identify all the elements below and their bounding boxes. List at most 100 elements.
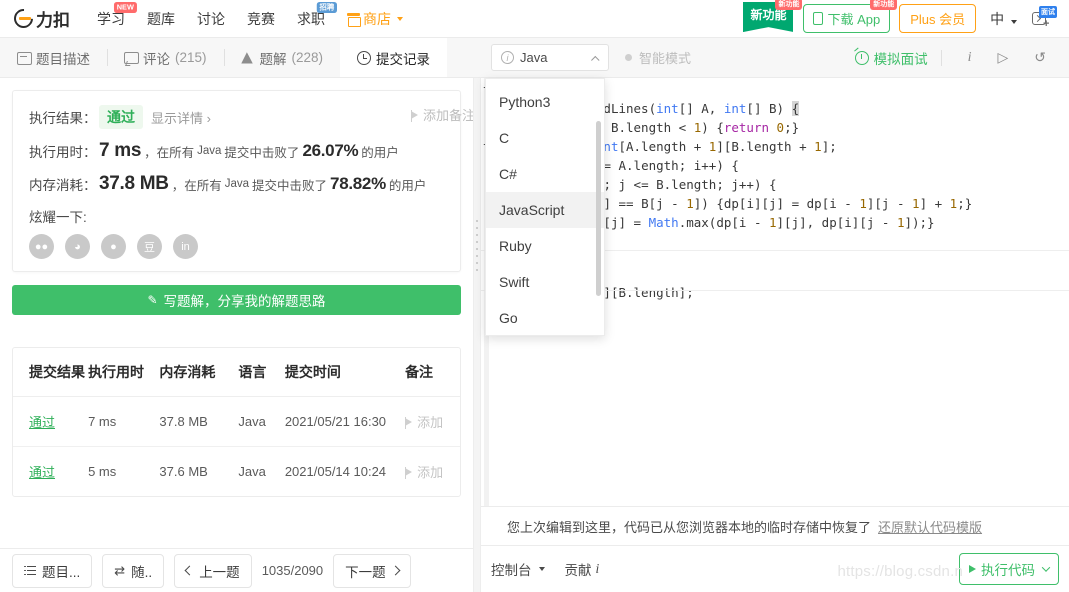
- nav-item-store[interactable]: 商店: [336, 9, 414, 29]
- shuffle-icon: ⇄: [114, 562, 126, 578]
- nav-item-problems[interactable]: 题库: [136, 0, 186, 38]
- chevron-down-icon: [397, 16, 403, 21]
- plus-member-button[interactable]: Plus 会员: [899, 4, 977, 33]
- language-switch-button[interactable]: 中: [990, 9, 1017, 29]
- runtime-percentile: 26.07%: [302, 141, 359, 160]
- flask-icon: [241, 51, 255, 65]
- row-runtime: 5 ms: [88, 464, 117, 479]
- row-add-note[interactable]: 添加: [405, 412, 460, 431]
- nav-item-study[interactable]: 学习 NEW: [86, 0, 137, 38]
- runtime-value: 7 ms: [99, 140, 142, 161]
- contribute-button[interactable]: 贡献 i: [565, 559, 600, 579]
- lang-option-python3[interactable]: Python3: [486, 84, 604, 120]
- random-problem-button[interactable]: ⇄ 随..: [102, 553, 165, 588]
- download-app-button[interactable]: 下载 App 新功能: [803, 0, 898, 33]
- add-user-icon[interactable]: + 面试: [1031, 5, 1057, 30]
- header-language: 语言: [238, 348, 285, 397]
- row-runtime: 7 ms: [88, 396, 160, 447]
- weibo-icon[interactable]: ◕: [65, 234, 90, 259]
- flag-icon: [405, 466, 413, 479]
- language-select[interactable]: i Java: [491, 44, 609, 71]
- execution-result-label: 执行结果：: [29, 111, 97, 126]
- submissions-pane: 添加备注 执行结果： 通过 显示详情 › 执行用时： 7 ms ，在所有 Jav…: [0, 78, 473, 548]
- nav-item-jobs[interactable]: 求职 招聘: [286, 0, 337, 38]
- chevron-down-icon: [1011, 19, 1017, 24]
- runtime-text-c: 的用户: [361, 145, 399, 160]
- pane-splitter[interactable]: [473, 78, 481, 592]
- add-note-button[interactable]: 添加备注: [410, 105, 473, 124]
- splitter-handle-dots: [476, 219, 478, 271]
- submissions-table-card: 提交结果 执行用时 内存消耗 语言 提交时间 备注 通过 7 ms 37.8 M…: [12, 347, 461, 497]
- lang-option-csharp[interactable]: C#: [486, 156, 604, 192]
- previous-problem-button[interactable]: 上一题: [174, 553, 252, 588]
- share-label: 炫耀一下:: [29, 210, 87, 225]
- header-time: 提交时间: [284, 348, 406, 397]
- row-time: 2021/05/21 16:30: [284, 396, 406, 447]
- header-note: 备注: [405, 348, 460, 397]
- tab-solutions[interactable]: 题解 (228): [223, 38, 341, 77]
- tab-description[interactable]: 题目描述: [0, 38, 107, 77]
- chevron-down-icon: [1041, 563, 1051, 572]
- memory-label: 内存消耗：: [29, 178, 97, 193]
- mock-interview-button[interactable]: 模拟面试: [854, 48, 928, 68]
- nav-item-discuss[interactable]: 讨论: [186, 0, 236, 38]
- runtime-label: 执行用时：: [29, 145, 97, 160]
- leetcode-submission-page: 力扣 学习 NEW 题库 讨论 竞赛 求职 招聘 商店 新功能 新功能 下载 A…: [0, 0, 1069, 592]
- chevron-down-icon: [538, 567, 545, 571]
- previous-problem-label: 上一题: [199, 564, 240, 580]
- status-badge: 通过: [99, 105, 143, 129]
- lang-option-swift[interactable]: Swift: [486, 264, 604, 300]
- nav-badge-recruiting: 招聘: [316, 1, 337, 13]
- user-badge: 面试: [1039, 5, 1057, 18]
- contribute-label: 贡献: [564, 563, 592, 578]
- run-code-button[interactable]: 执行代码: [959, 553, 1059, 585]
- info-icon[interactable]: i: [968, 50, 972, 66]
- chevron-left-icon: [184, 565, 195, 576]
- play-icon[interactable]: ▷: [997, 49, 1008, 66]
- table-row[interactable]: 通过 5 ms 37.6 MB Java 2021/05/14 10:24 添加: [13, 447, 460, 497]
- row-status[interactable]: 通过: [29, 465, 55, 480]
- nav-item-contest[interactable]: 竞赛: [236, 0, 286, 38]
- linkedin-icon[interactable]: in: [173, 234, 198, 259]
- tab-comments[interactable]: 评论 (215): [107, 38, 224, 77]
- problem-list-label: 题目...: [42, 564, 81, 580]
- tab-description-label: 题目描述: [36, 51, 90, 67]
- top-navigation-bar: 力扣 学习 NEW 题库 讨论 竞赛 求职 招聘 商店 新功能 新功能 下载 A…: [0, 0, 1069, 38]
- next-problem-label: 下一题: [345, 564, 386, 580]
- row-status[interactable]: 通过: [29, 415, 55, 430]
- runtime-lang: Java: [197, 145, 222, 157]
- lang-option-c[interactable]: C: [486, 120, 604, 156]
- write-solution-button[interactable]: ✎ 写题解，分享我的解题思路: [12, 285, 461, 315]
- nav-item-problems-label: 题库: [147, 10, 175, 27]
- show-detail-link[interactable]: 显示详情 ›: [151, 108, 211, 127]
- language-dropdown-menu[interactable]: Python3 C C# JavaScript Ruby Swift Go: [485, 78, 605, 336]
- code-editor-pane: i Java 智能模式 模拟面试 i ▷ ↺ Python3 C C# Java…: [481, 38, 1069, 592]
- new-feature-ribbon[interactable]: 新功能 新功能: [743, 0, 803, 32]
- restore-default-template-link[interactable]: 还原默认代码模版: [878, 517, 982, 536]
- problem-list-button[interactable]: 题目...: [12, 553, 93, 588]
- language-select-value: Java: [520, 50, 548, 65]
- lang-option-ruby[interactable]: Ruby: [486, 228, 604, 264]
- leetcode-logo[interactable]: 力扣: [8, 5, 70, 32]
- smart-mode-toggle[interactable]: 智能模式: [625, 48, 691, 67]
- tab-submissions[interactable]: 提交记录: [340, 38, 448, 77]
- lang-option-javascript[interactable]: JavaScript: [486, 192, 604, 228]
- dropdown-scrollbar[interactable]: [596, 121, 601, 296]
- list-icon: [24, 565, 36, 576]
- ribbon-badge: 新功能: [775, 0, 803, 10]
- row-add-note[interactable]: 添加: [405, 462, 460, 481]
- run-code-label: 执行代码: [981, 563, 1035, 578]
- download-badge: 新功能: [870, 0, 898, 10]
- runtime-text-b: 提交中击败了: [224, 145, 300, 160]
- console-button[interactable]: 控制台: [491, 559, 545, 579]
- memory-lang: Java: [224, 178, 250, 190]
- wechat-icon[interactable]: ●●: [29, 234, 54, 259]
- douban-icon[interactable]: 豆: [137, 234, 162, 259]
- reset-icon[interactable]: ↺: [1034, 49, 1046, 66]
- table-row[interactable]: 通过 7 ms 37.8 MB Java 2021/05/21 16:30 添加: [13, 396, 460, 447]
- memory-text-b: 提交中击败了: [252, 178, 328, 193]
- lang-option-go[interactable]: Go: [486, 300, 604, 335]
- next-problem-button[interactable]: 下一题: [333, 553, 411, 588]
- plus-member-label: Plus 会员: [910, 12, 966, 27]
- qq-icon[interactable]: ●: [101, 234, 126, 259]
